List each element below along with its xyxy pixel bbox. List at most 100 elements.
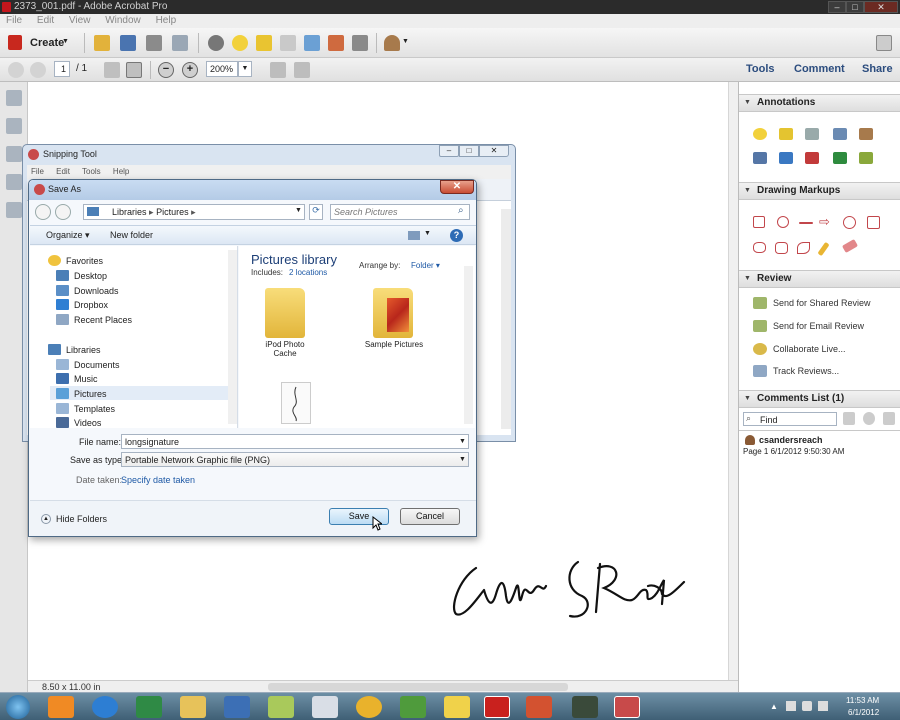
sort-icon[interactable] (843, 412, 855, 425)
combine-icon[interactable] (304, 35, 320, 51)
send-shared-review-link[interactable]: Send for Shared Review (753, 296, 871, 310)
chevron-up-icon[interactable]: ▲ (41, 514, 51, 524)
cancel-button[interactable]: Cancel (400, 508, 460, 525)
page-number-input[interactable]: 1 (54, 61, 70, 77)
evernote-taskbar-icon[interactable] (400, 696, 426, 718)
print-icon[interactable] (146, 35, 162, 51)
menu-window[interactable]: Window (105, 15, 141, 26)
line-icon[interactable] (799, 222, 813, 224)
nav-recent-places[interactable]: Recent Places (56, 314, 132, 326)
options-icon[interactable] (883, 412, 895, 425)
polygon-icon[interactable] (775, 242, 788, 254)
network-icon[interactable] (786, 701, 796, 711)
signatures-icon[interactable] (6, 174, 22, 190)
attachments-icon[interactable] (6, 146, 22, 162)
zoom-out-icon[interactable]: − (158, 62, 174, 78)
drawing-markups-header[interactable]: Drawing Markups (739, 182, 900, 200)
rectangle-icon[interactable] (867, 216, 880, 229)
find-comment-input[interactable]: Find (743, 412, 837, 426)
camtasia-taskbar-icon[interactable] (572, 696, 598, 718)
track-reviews-link[interactable]: Track Reviews... (753, 364, 839, 378)
back-icon[interactable] (35, 204, 51, 220)
ie-taskbar-icon[interactable] (92, 696, 118, 718)
breadcrumb-pictures[interactable]: Pictures (156, 207, 189, 217)
snip-menu-edit[interactable]: Edit (56, 167, 70, 176)
nav-favorites[interactable]: Favorites (48, 255, 103, 267)
image-file-thumbnail[interactable] (281, 382, 311, 424)
highlight-icon[interactable] (256, 35, 272, 51)
files-scrollbar[interactable] (464, 266, 473, 424)
folder-sample-pictures[interactable]: Sample Pictures (359, 288, 429, 378)
select-cursor-icon[interactable] (104, 62, 120, 78)
document-taskbar-icon[interactable] (312, 696, 338, 718)
collaborate-live-link[interactable]: Collaborate Live... (753, 342, 846, 356)
stamp-icon[interactable] (280, 35, 296, 51)
save-type-select[interactable]: Portable Network Graphic file (PNG) (121, 452, 469, 467)
sticky-note-icon[interactable] (753, 128, 767, 140)
snip-menu-help[interactable]: Help (113, 167, 129, 176)
annotations-header[interactable]: Annotations (739, 94, 900, 112)
snip-maximize-button[interactable]: □ (459, 145, 479, 157)
close-button[interactable]: ✕ (864, 1, 898, 13)
previous-page-icon[interactable] (8, 62, 24, 78)
snip-menu-file[interactable]: File (31, 167, 44, 176)
form-icon[interactable] (328, 35, 344, 51)
arrow-icon[interactable]: ⇨ (819, 214, 830, 230)
excel-taskbar-icon[interactable] (136, 696, 162, 718)
record-audio-icon[interactable] (833, 128, 847, 140)
callout-icon[interactable] (777, 216, 789, 228)
menu-file[interactable]: File (6, 15, 22, 26)
snip-menu-tools[interactable]: Tools (82, 167, 101, 176)
nav-downloads[interactable]: Downloads (56, 285, 119, 297)
fit-width-icon[interactable] (294, 62, 310, 78)
acrobat-taskbar-icon[interactable] (484, 696, 510, 718)
word-taskbar-icon[interactable] (224, 696, 250, 718)
snip-scrollbar[interactable] (501, 209, 511, 429)
snipping-taskbar-icon[interactable] (614, 696, 640, 718)
comment-bubble-icon[interactable] (232, 35, 248, 51)
horizontal-scrollbar[interactable] (268, 683, 568, 691)
highlight-text-icon[interactable] (779, 128, 793, 140)
filter-icon[interactable] (863, 412, 875, 425)
chrome-taskbar-icon[interactable] (356, 696, 382, 718)
flag-icon[interactable] (818, 701, 828, 711)
fit-page-icon[interactable] (270, 62, 286, 78)
chat-taskbar-icon[interactable] (444, 696, 470, 718)
comments-list-header[interactable]: Comments List (1) (739, 390, 900, 408)
snip-minimize-button[interactable]: – (439, 145, 459, 157)
bookmarks-icon[interactable] (6, 118, 22, 134)
nav-desktop[interactable]: Desktop (56, 270, 107, 282)
tab-comment[interactable]: Comment (794, 63, 845, 75)
powerpoint-taskbar-icon[interactable] (526, 696, 552, 718)
expand-icon[interactable] (876, 35, 892, 51)
new-folder-button[interactable]: New folder (110, 230, 153, 240)
volume-icon[interactable] (802, 701, 812, 711)
menu-view[interactable]: View (69, 15, 91, 26)
open-folder-icon[interactable] (94, 35, 110, 51)
search-input[interactable]: Search Pictures (330, 204, 470, 220)
stamp-icon[interactable] (859, 128, 873, 140)
snip-close-button[interactable]: ✕ (479, 145, 509, 157)
date-taken-link[interactable]: Specify date taken (121, 475, 195, 485)
underline-icon[interactable] (833, 152, 847, 164)
zoom-dropdown[interactable]: ▼ (238, 61, 252, 77)
nav-music[interactable]: Music (56, 373, 98, 385)
arrange-by-dropdown[interactable]: Folder ▾ (411, 261, 440, 270)
connected-lines-icon[interactable] (797, 242, 810, 254)
menu-help[interactable]: Help (156, 15, 177, 26)
insert-text-icon[interactable] (753, 152, 767, 164)
organize-button[interactable]: Organize ▾ (46, 230, 90, 241)
view-options-icon[interactable] (408, 231, 420, 240)
nav-documents[interactable]: Documents (56, 359, 120, 371)
nav-pictures[interactable]: Pictures (56, 388, 107, 400)
strikethrough-icon[interactable] (805, 152, 819, 164)
clock-time[interactable]: 11:53 AM (846, 696, 879, 705)
clock-date[interactable]: 6/1/2012 (848, 708, 879, 717)
chevron-down-icon[interactable]: ▼ (402, 38, 409, 45)
hide-folders-button[interactable]: Hide Folders (56, 514, 107, 524)
menu-edit[interactable]: Edit (37, 15, 54, 26)
nav-scrollbar[interactable] (228, 250, 237, 424)
replace-text-icon[interactable] (779, 152, 793, 164)
maximize-button[interactable]: □ (846, 1, 864, 13)
document-scrollbar[interactable] (728, 82, 738, 692)
